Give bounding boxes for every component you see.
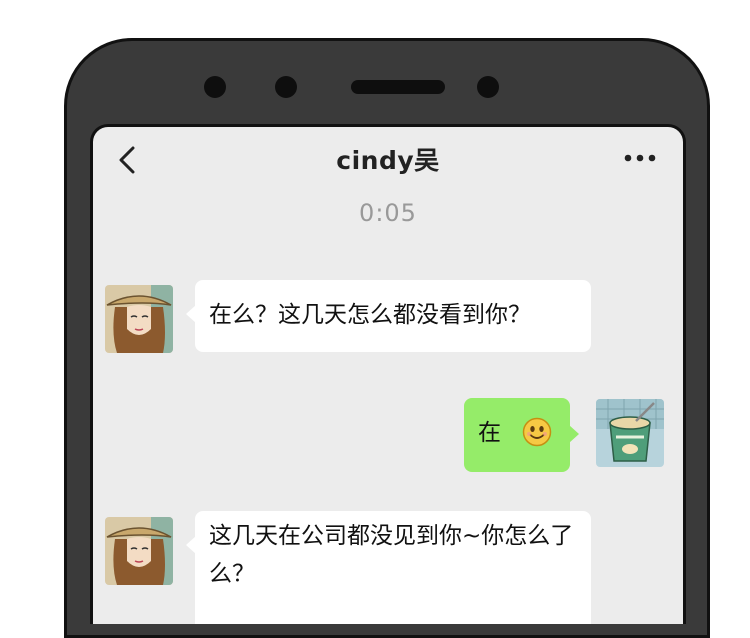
earpiece-speaker — [351, 80, 445, 94]
message-text: 在 — [478, 420, 501, 446]
contact-avatar[interactable] — [105, 517, 173, 585]
contact-name: cindy吴 — [336, 146, 440, 175]
noodle-cup-avatar-icon — [596, 399, 664, 467]
girl-with-hat-avatar-icon — [105, 517, 173, 585]
user-avatar[interactable] — [596, 399, 664, 467]
message-bubble-incoming[interactable]: 在么？这几天怎么都没看到你？ — [186, 280, 591, 352]
front-sensor — [477, 76, 499, 98]
smiley-face-emoji-icon — [523, 417, 552, 446]
message-text: 这几天在公司都没见到你~你怎么了么？ — [209, 523, 574, 587]
message-bubble-incoming[interactable]: 这几天在公司都没见到你~你怎么了么？ — [186, 511, 591, 624]
more-options-icon[interactable] — [623, 153, 657, 163]
front-camera-left — [204, 76, 226, 98]
contact-avatar[interactable] — [105, 285, 173, 353]
girl-with-hat-avatar-icon — [105, 285, 173, 353]
message-text: 在么？这几天怎么都没看到你？ — [209, 302, 531, 328]
message-bubble-outgoing[interactable]: 在 — [464, 398, 579, 472]
chat-screen: cindy吴 0:05 在么？这几天怎么都没看到你？ 在 这几天在公司都没见到你… — [90, 124, 686, 624]
front-camera-middle — [275, 76, 297, 98]
call-duration: 0:05 — [359, 199, 417, 227]
